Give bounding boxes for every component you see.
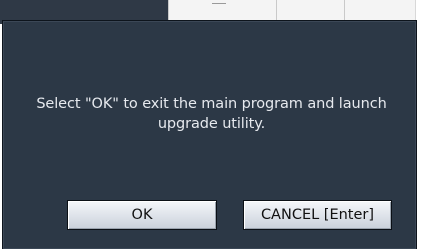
cancel-button[interactable]: CANCEL [Enter] xyxy=(243,200,392,230)
background-right-edge xyxy=(415,0,438,249)
background-tick-mark xyxy=(212,3,226,4)
upgrade-confirmation-dialog: Select "OK" to exit the main program and… xyxy=(2,20,417,249)
dialog-message: Select "OK" to exit the main program and… xyxy=(36,96,387,132)
ok-button[interactable]: OK xyxy=(67,200,217,230)
screen: Select "OK" to exit the main program and… xyxy=(0,0,438,249)
